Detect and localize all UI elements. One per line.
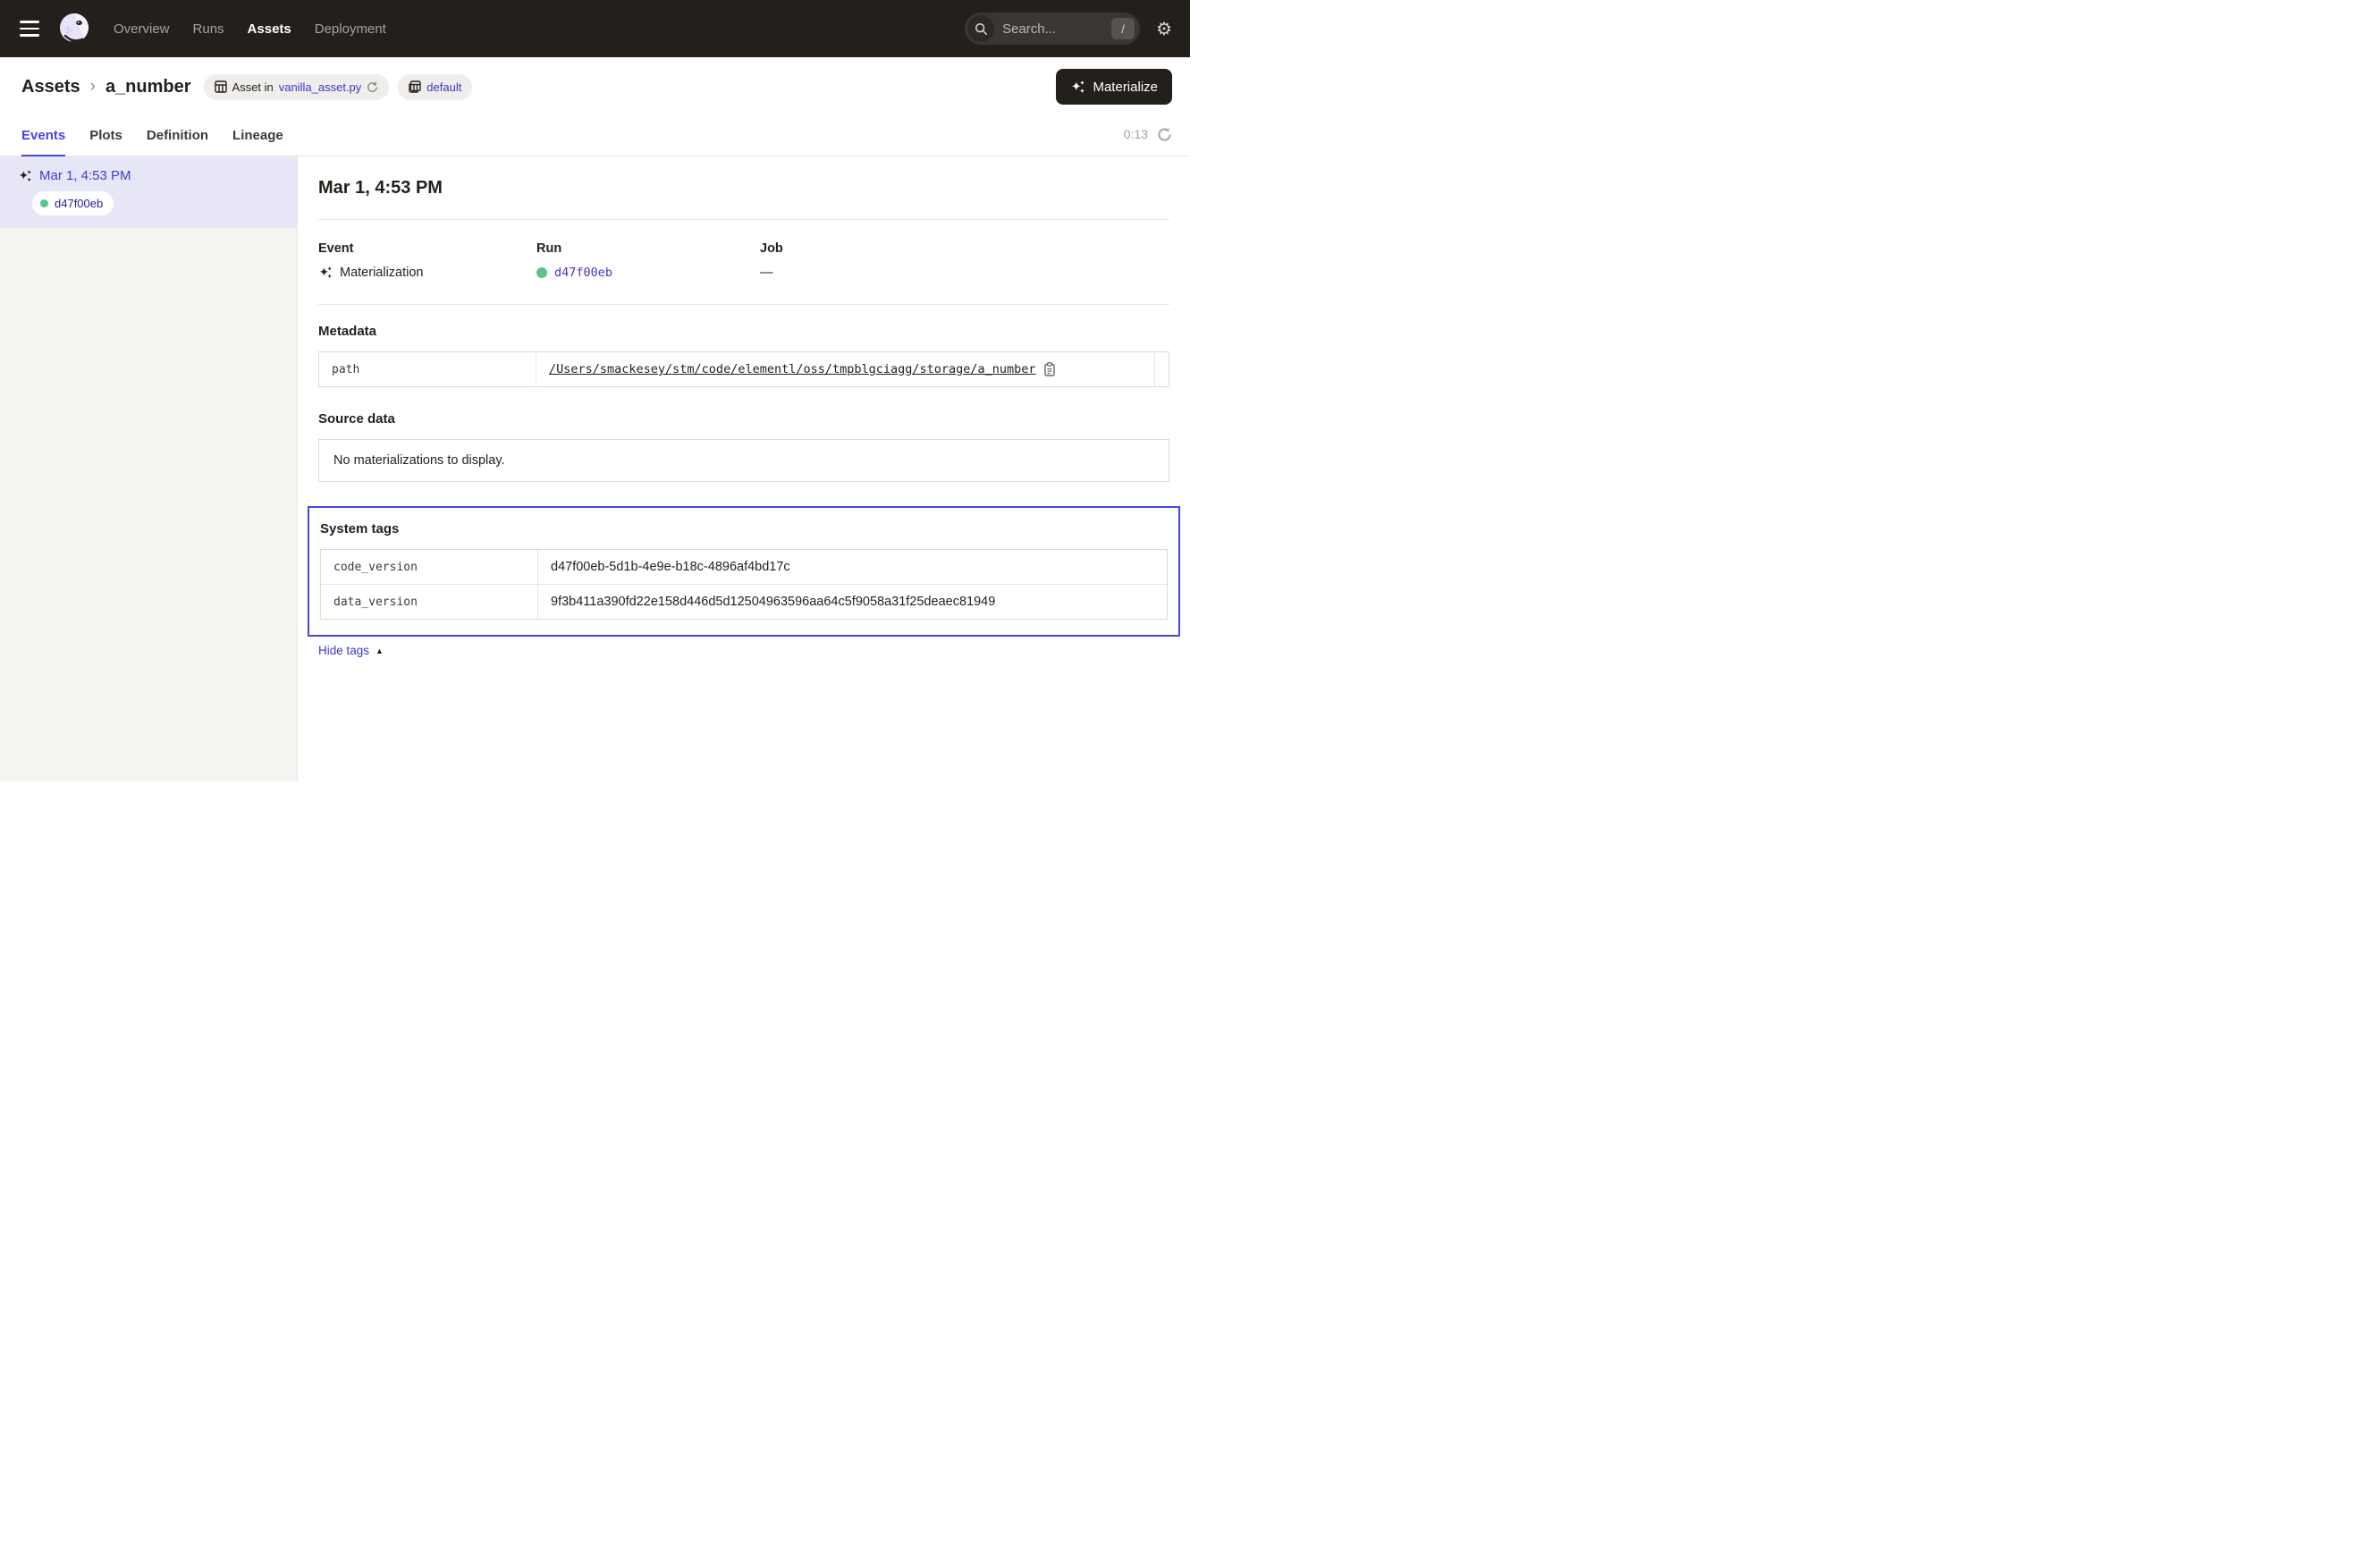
source-data-empty: No materializations to display.	[318, 439, 1169, 482]
refresh-countdown: 0:13	[1124, 127, 1148, 141]
dagster-logo[interactable]	[56, 11, 92, 46]
app-window: Overview Runs Assets Deployment Search..…	[0, 0, 1190, 782]
repository-badge[interactable]: default	[398, 74, 472, 100]
nav-item-overview[interactable]: Overview	[114, 21, 170, 37]
auto-refresh: 0:13	[1124, 113, 1172, 156]
tag-key: data_version	[321, 585, 538, 619]
metadata-key: path	[319, 352, 536, 386]
primary-nav: Overview Runs Assets Deployment	[114, 21, 386, 37]
event-timestamp: Mar 1, 4:53 PM	[39, 168, 131, 183]
table-row: path /Users/smackesey/stm/code/elementl/…	[319, 352, 1169, 386]
tag-key: code_version	[321, 550, 538, 584]
run-id: d47f00eb	[55, 197, 103, 210]
system-tags-heading: System tags	[320, 521, 1168, 536]
materialization-sparkle-icon	[18, 169, 32, 183]
materialization-sparkle-icon	[318, 266, 333, 280]
tab-events[interactable]: Events	[21, 113, 65, 156]
nav-item-assets[interactable]: Assets	[248, 21, 291, 37]
reload-definitions-icon[interactable]	[367, 81, 378, 93]
event-title: Mar 1, 4:53 PM	[318, 178, 1169, 199]
table-icon	[215, 80, 227, 93]
menu-icon[interactable]	[20, 21, 41, 37]
copy-icon[interactable]	[1043, 362, 1056, 376]
caret-up-icon: ▲	[376, 646, 384, 655]
job-value: —	[760, 266, 1169, 280]
nav-item-deployment[interactable]: Deployment	[315, 21, 386, 37]
materialize-label: Materialize	[1093, 80, 1158, 95]
tab-lineage[interactable]: Lineage	[232, 113, 283, 156]
hide-tags-label: Hide tags	[318, 644, 369, 657]
hide-tags-link[interactable]: Hide tags ▲	[318, 644, 384, 657]
asset-badge-prefix: Asset in	[232, 80, 274, 94]
page-header: Assets › a_number Asset in vanilla_asset…	[0, 57, 1190, 113]
metadata-heading: Metadata	[318, 324, 1169, 339]
event-detail-panel: Mar 1, 4:53 PM Event Materialization	[298, 156, 1190, 782]
search-placeholder: Search...	[1002, 21, 1111, 37]
asset-tabs: Events Plots Definition Lineage	[21, 113, 283, 156]
metadata-path-link[interactable]: /Users/smackesey/stm/code/elementl/oss/t…	[549, 362, 1036, 376]
nav-right: Search... / ⚙	[965, 13, 1172, 45]
tag-value: 9f3b411a390fd22e158d446d5d12504963596aa6…	[538, 585, 1167, 619]
breadcrumb-separator-icon: ›	[90, 77, 96, 97]
asset-definition-badge[interactable]: Asset in vanilla_asset.py	[204, 74, 390, 100]
table-row: code_version d47f00eb-5d1b-4e9e-b18c-489…	[321, 550, 1167, 584]
slash-shortcut-badge: /	[1111, 18, 1135, 39]
search-input[interactable]: Search... /	[965, 13, 1140, 45]
event-label: Event	[318, 241, 536, 256]
event-facts: Event Materialization Run	[318, 241, 1169, 280]
run-status-dot	[536, 267, 547, 278]
search-icon	[967, 15, 994, 42]
metadata-table: path /Users/smackesey/stm/code/elementl/…	[318, 351, 1169, 387]
metadata-action-cell	[1154, 352, 1169, 386]
system-tags-section: System tags code_version d47f00eb-5d1b-4…	[308, 506, 1180, 637]
sparkle-icon	[1070, 80, 1085, 95]
gear-icon[interactable]: ⚙	[1156, 20, 1172, 38]
source-data-heading: Source data	[318, 411, 1169, 427]
divider	[318, 304, 1169, 305]
refresh-icon[interactable]	[1157, 127, 1172, 142]
content: Mar 1, 4:53 PM d47f00eb Mar 1, 4:53 PM E…	[0, 156, 1190, 782]
job-label: Job	[760, 241, 1169, 256]
tab-definition[interactable]: Definition	[147, 113, 208, 156]
top-nav: Overview Runs Assets Deployment Search..…	[0, 0, 1190, 57]
event-type: Materialization	[340, 266, 424, 280]
divider	[318, 219, 1169, 220]
run-link[interactable]: d47f00eb	[554, 266, 612, 280]
event-list-item[interactable]: Mar 1, 4:53 PM d47f00eb	[0, 156, 297, 228]
tag-value: d47f00eb-5d1b-4e9e-b18c-4896af4bd17c	[538, 550, 1167, 584]
repo-icon	[409, 80, 421, 93]
run-label: Run	[536, 241, 760, 256]
page-title: a_number	[105, 77, 191, 97]
breadcrumb-assets-link[interactable]: Assets	[21, 77, 80, 97]
asset-file-link[interactable]: vanilla_asset.py	[279, 80, 362, 94]
materialize-button[interactable]: Materialize	[1056, 69, 1172, 105]
table-row: data_version 9f3b411a390fd22e158d446d5d1…	[321, 584, 1167, 619]
tabs-bar: Events Plots Definition Lineage 0:13	[0, 113, 1190, 156]
system-tags-table: code_version d47f00eb-5d1b-4e9e-b18c-489…	[320, 549, 1168, 620]
tab-plots[interactable]: Plots	[89, 113, 122, 156]
run-status-dot	[40, 199, 48, 207]
nav-item-runs[interactable]: Runs	[193, 21, 224, 37]
repo-link[interactable]: default	[426, 80, 461, 94]
run-id-badge[interactable]: d47f00eb	[32, 191, 114, 215]
event-list-sidebar: Mar 1, 4:53 PM d47f00eb	[0, 156, 298, 782]
